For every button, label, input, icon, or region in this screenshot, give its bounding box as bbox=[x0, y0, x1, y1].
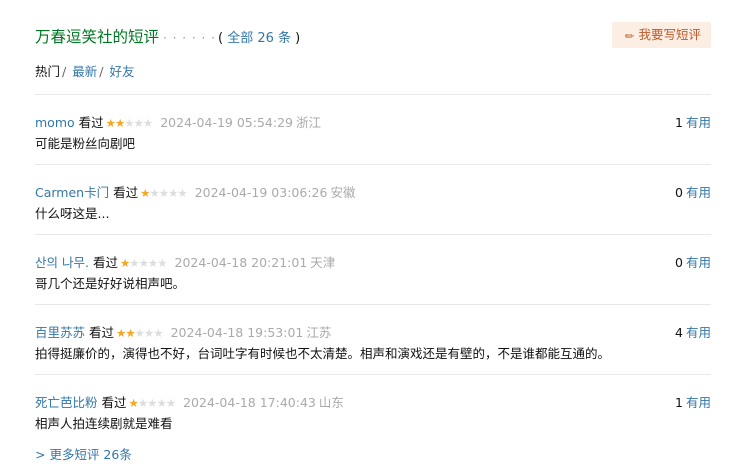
star-icon: ★ bbox=[158, 186, 169, 200]
review-user-link[interactable]: 死亡芭比粉 bbox=[35, 395, 98, 410]
review-user-link[interactable]: momo bbox=[35, 115, 75, 130]
useful-vote[interactable]: 4 有用 bbox=[675, 322, 711, 341]
review-time: 2024-04-18 20:21:01 bbox=[174, 255, 308, 270]
useful-button[interactable]: 有用 bbox=[686, 255, 711, 270]
rating-stars: ★★★★★ bbox=[119, 256, 168, 270]
useful-count: 1 bbox=[675, 115, 683, 130]
review-location: 山东 bbox=[318, 395, 344, 410]
star-icon: ★ bbox=[153, 326, 163, 340]
review-location: 浙江 bbox=[296, 115, 322, 130]
star-icon: ★ bbox=[138, 256, 149, 270]
star-icon: ★ bbox=[149, 186, 159, 200]
star-icon: ★ bbox=[116, 326, 126, 340]
title-dots: · · · · · · bbox=[163, 31, 216, 45]
star-icon: ★ bbox=[168, 186, 178, 200]
star-icon: ★ bbox=[129, 256, 139, 270]
useful-button[interactable]: 有用 bbox=[686, 325, 711, 340]
tab-latest[interactable]: 最新 bbox=[72, 64, 97, 79]
useful-vote[interactable]: 0 有用 bbox=[675, 182, 711, 201]
section-title-text: 万春逗笑社的短评 bbox=[35, 28, 160, 46]
star-icon: ★ bbox=[157, 256, 167, 270]
tab-hot[interactable]: 热门 bbox=[35, 64, 60, 79]
star-icon: ★ bbox=[124, 116, 134, 130]
review-location: 江苏 bbox=[306, 325, 332, 340]
useful-count: 4 bbox=[675, 325, 683, 340]
rating-stars: ★★★★★ bbox=[128, 396, 177, 410]
star-icon: ★ bbox=[114, 116, 125, 130]
review-item: momo 看过 ★★★★★ 2024-04-19 05:54:29 浙江 1 有用 可能是… bbox=[35, 95, 711, 165]
review-item: 산의 나무. 看过 ★★★★★ 2024-04-18 20:21:01 天津 0 有用 哥… bbox=[35, 235, 711, 305]
review-content: 哥几个还是好好说相声吧。 bbox=[35, 276, 186, 291]
review-content: 相声人拍连续剧就是难看 bbox=[35, 416, 173, 431]
tab-separator: / bbox=[62, 64, 67, 79]
star-icon: ★ bbox=[125, 326, 135, 340]
sort-tabs: 热门 / 最新 / 好友 bbox=[35, 61, 134, 80]
review-meta: 百里苏苏 看过 ★★★★★ 2024-04-18 19:53:01 江苏 bbox=[35, 322, 331, 341]
count-wrap: ( 全部 26 条 ) bbox=[218, 31, 300, 46]
review-item: Carmen卡门 看过 ★★★★★ 2024-04-19 03:06:26 安徽 0 有用… bbox=[35, 165, 711, 235]
watched-label: 看过 bbox=[89, 325, 115, 340]
review-meta: 산의 나무. 看过 ★★★★★ 2024-04-18 20:21:01 天津 bbox=[35, 252, 335, 271]
review-item: 死亡芭比粉 看过 ★★★★★ 2024-04-18 17:40:43 山东 1 有用 相声… bbox=[35, 375, 711, 444]
comments-header: 万春逗笑社的短评 · · · · · ·( 全部 26 条 ) ✎我要写短评 bbox=[35, 22, 711, 50]
useful-vote[interactable]: 1 有用 bbox=[675, 112, 711, 131]
review-content: 拍得挺廉价的，演得也不好，台词吐字有时候也不太清楚。相声和演戏还是有壁的，不是谁… bbox=[35, 346, 611, 361]
watched-label: 看过 bbox=[78, 115, 104, 130]
count-close: ) bbox=[291, 31, 301, 46]
star-icon: ★ bbox=[128, 396, 139, 410]
review-meta: 死亡芭比粉 看过 ★★★★★ 2024-04-18 17:40:43 山东 bbox=[35, 392, 344, 411]
star-icon: ★ bbox=[134, 326, 145, 340]
review-content: 什么呀这是... bbox=[35, 206, 110, 221]
review-time: 2024-04-19 05:54:29 bbox=[160, 115, 293, 130]
star-icon: ★ bbox=[119, 256, 130, 270]
review-time: 2024-04-19 03:06:26 bbox=[194, 185, 328, 200]
star-icon: ★ bbox=[165, 396, 176, 410]
star-icon: ★ bbox=[143, 326, 154, 340]
useful-count: 0 bbox=[675, 185, 683, 200]
useful-button[interactable]: 有用 bbox=[686, 115, 711, 130]
review-content: 可能是粉丝向剧吧 bbox=[35, 136, 136, 151]
useful-button[interactable]: 有用 bbox=[686, 185, 711, 200]
useful-vote[interactable]: 1 有用 bbox=[675, 392, 711, 411]
watched-label: 看过 bbox=[92, 255, 118, 270]
review-list: momo 看过 ★★★★★ 2024-04-19 05:54:29 浙江 1 有用 可能是… bbox=[35, 94, 711, 444]
watched-label: 看过 bbox=[101, 395, 127, 410]
useful-button[interactable]: 有用 bbox=[686, 395, 711, 410]
all-comments-link[interactable]: 全部 26 条 bbox=[227, 31, 291, 46]
review-user-link[interactable]: 산의 나무. bbox=[35, 255, 89, 270]
rating-stars: ★★★★★ bbox=[116, 326, 164, 340]
review-time: 2024-04-18 19:53:01 bbox=[170, 325, 304, 340]
star-icon: ★ bbox=[156, 396, 166, 410]
review-meta: momo 看过 ★★★★★ 2024-04-19 05:54:29 浙江 bbox=[35, 112, 321, 131]
review-user-link[interactable]: 百里苏苏 bbox=[35, 325, 85, 340]
review-user-link[interactable]: Carmen卡门 bbox=[35, 185, 109, 200]
review-time: 2024-04-18 17:40:43 bbox=[183, 395, 316, 410]
write-review-button[interactable]: ✎我要写短评 bbox=[612, 22, 711, 48]
star-icon: ★ bbox=[177, 186, 187, 200]
more-reviews-link[interactable]: > 更多短评 26条 bbox=[35, 444, 132, 463]
section-title: 万春逗笑社的短评 · · · · · ·( 全部 26 条 ) bbox=[35, 25, 300, 47]
rating-stars: ★★★★★ bbox=[105, 116, 154, 130]
review-meta: Carmen卡门 看过 ★★★★★ 2024-04-19 03:06:26 安徽 bbox=[35, 182, 355, 201]
star-icon: ★ bbox=[142, 116, 153, 130]
watched-label: 看过 bbox=[113, 185, 139, 200]
useful-count: 1 bbox=[675, 395, 683, 410]
review-location: 安徽 bbox=[330, 185, 356, 200]
count-open: ( bbox=[217, 31, 228, 46]
star-icon: ★ bbox=[147, 256, 158, 270]
rating-stars: ★★★★★ bbox=[140, 186, 188, 200]
star-icon: ★ bbox=[105, 116, 116, 130]
comments-section: 万春逗笑社的短评 · · · · · ·( 全部 26 条 ) ✎我要写短评 热门… bbox=[0, 0, 753, 470]
review-item: 百里苏苏 看过 ★★★★★ 2024-04-18 19:53:01 江苏 4 有用 拍得挺… bbox=[35, 305, 711, 375]
useful-vote[interactable]: 0 有用 bbox=[675, 252, 711, 271]
tab-friends[interactable]: 好友 bbox=[109, 64, 134, 79]
tab-separator: / bbox=[99, 64, 104, 79]
star-icon: ★ bbox=[133, 116, 144, 130]
useful-count: 0 bbox=[675, 255, 683, 270]
star-icon: ★ bbox=[137, 396, 148, 410]
review-location: 天津 bbox=[310, 255, 336, 270]
write-review-label: 我要写短评 bbox=[638, 27, 701, 42]
